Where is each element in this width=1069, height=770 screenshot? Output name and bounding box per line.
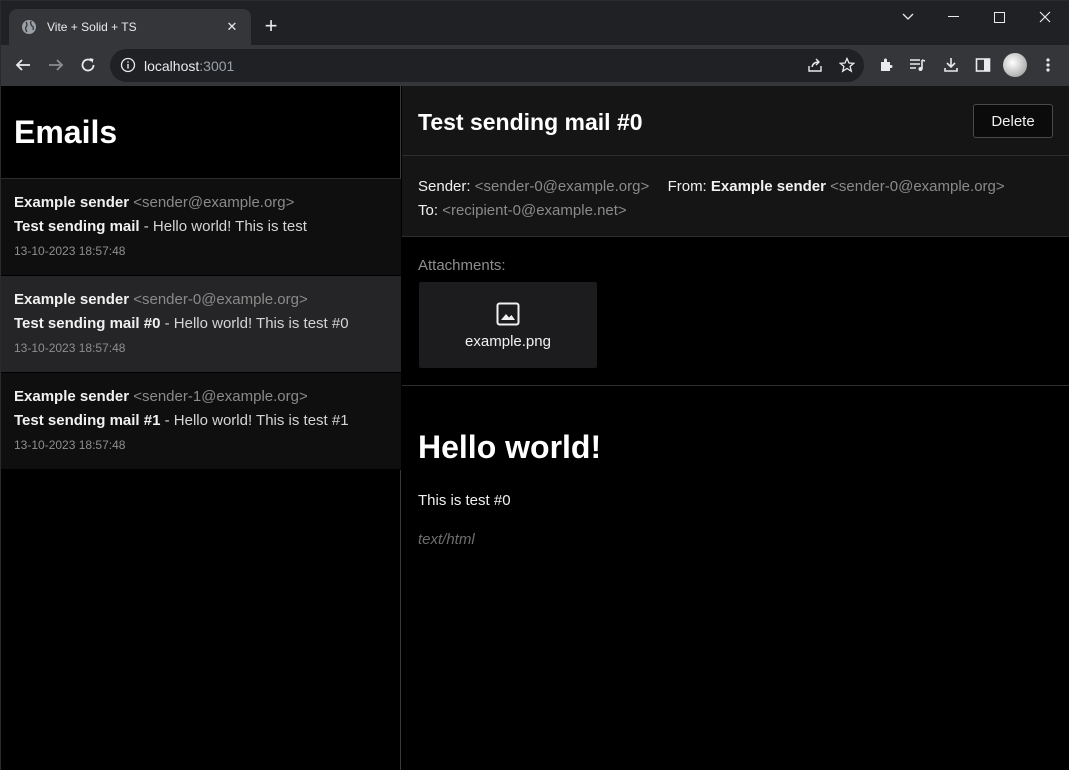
sender-label: Sender:: [418, 178, 471, 195]
email-header: Test sending mail #0 Delete: [402, 86, 1069, 156]
sender-name: Example sender: [14, 194, 130, 211]
browser-window: Vite + Solid + TS ✕ + localhost:3001 Ema…: [0, 0, 1069, 770]
extensions-icon[interactable]: [874, 53, 898, 77]
body-text: This is test #0: [418, 492, 511, 509]
sender-address: <sender@example.org>: [133, 194, 295, 211]
sender-address: <sender-0@example.org>: [474, 178, 650, 195]
email-detail-panel: Test sending mail #0 Delete Sender: <sen…: [402, 86, 1069, 770]
email-subject: Test sending mail #1: [14, 412, 161, 429]
attachments-section: Attachments: example.png: [402, 237, 1069, 386]
minimize-button[interactable]: [930, 1, 976, 33]
address-bar[interactable]: localhost:3001: [110, 49, 864, 82]
globe-icon: [22, 20, 36, 34]
sender-name: Example sender: [14, 291, 130, 308]
email-list-item[interactable]: Example sender <sender@example.org> Test…: [1, 179, 401, 276]
close-window-button[interactable]: [1022, 1, 1068, 33]
url-host: localhost: [144, 58, 200, 74]
email-list-item[interactable]: Example sender <sender-1@example.org> Te…: [1, 373, 401, 470]
email-preview: - Hello world! This is test #0: [160, 315, 349, 332]
url-port: :3001: [199, 58, 235, 74]
url-text[interactable]: localhost:3001: [144, 58, 234, 74]
email-meta: Sender: <sender-0@example.org> From: Exa…: [402, 156, 1069, 237]
delete-button[interactable]: Delete: [973, 104, 1053, 138]
forward-button[interactable]: [42, 51, 70, 79]
sender-address: <sender-1@example.org>: [133, 388, 308, 405]
bookmark-star-icon[interactable]: [835, 53, 859, 77]
email-date: 13-10-2023 18:57:48: [14, 438, 126, 452]
from-name: Example sender: [710, 178, 826, 195]
content-type: text/html: [418, 531, 475, 548]
side-panel-icon[interactable]: [971, 53, 995, 77]
email-body: Hello world! This is test #0 text/html: [418, 429, 1058, 548]
to-label: To:: [418, 202, 439, 219]
email-subject: Test sending mail #0: [14, 315, 161, 332]
close-tab-icon[interactable]: ✕: [223, 18, 241, 36]
site-info-icon[interactable]: [120, 57, 136, 73]
email-list-panel: Emails Example sender <sender@example.or…: [1, 86, 401, 770]
share-icon[interactable]: [803, 53, 827, 77]
tab-title: Vite + Solid + TS: [47, 20, 137, 34]
tab-search-icon[interactable]: [885, 1, 931, 33]
email-list-item-selected[interactable]: Example sender <sender-0@example.org> Te…: [1, 276, 401, 373]
attachment-item[interactable]: example.png: [419, 282, 597, 368]
sender-address: <sender-0@example.org>: [133, 291, 308, 308]
browser-toolbar: localhost:3001: [1, 45, 1069, 86]
email-date: 13-10-2023 18:57:48: [14, 341, 126, 355]
reload-button[interactable]: [74, 51, 102, 79]
email-subject: Test sending mail: [14, 218, 140, 235]
to-address: <recipient-0@example.net>: [442, 202, 627, 219]
from-label: From:: [667, 178, 707, 195]
image-icon: [496, 302, 520, 325]
download-icon[interactable]: [939, 53, 963, 77]
back-button[interactable]: [9, 51, 37, 79]
attachment-name: example.png: [465, 332, 551, 350]
attachments-label: Attachments:: [418, 257, 506, 274]
menu-icon[interactable]: [1036, 53, 1060, 77]
mail-app: Emails Example sender <sender@example.or…: [1, 86, 1069, 770]
browser-tab[interactable]: Vite + Solid + TS ✕: [9, 9, 251, 45]
maximize-button[interactable]: [976, 1, 1022, 33]
email-list: Example sender <sender@example.org> Test…: [1, 179, 401, 470]
email-detail-subject: Test sending mail #0: [418, 109, 643, 135]
profile-avatar[interactable]: [1003, 53, 1027, 77]
new-tab-button[interactable]: +: [259, 15, 283, 39]
page-title: Emails: [14, 114, 118, 150]
email-date: 13-10-2023 18:57:48: [14, 244, 126, 258]
from-address: <sender-0@example.org>: [830, 178, 1005, 195]
email-preview: - Hello world! This is test: [139, 218, 307, 235]
sender-name: Example sender: [14, 388, 130, 405]
email-preview: - Hello world! This is test #1: [160, 412, 349, 429]
body-heading: Hello world!: [418, 429, 602, 465]
media-queue-icon[interactable]: [906, 53, 930, 77]
tab-strip: Vite + Solid + TS ✕ +: [1, 1, 1069, 45]
